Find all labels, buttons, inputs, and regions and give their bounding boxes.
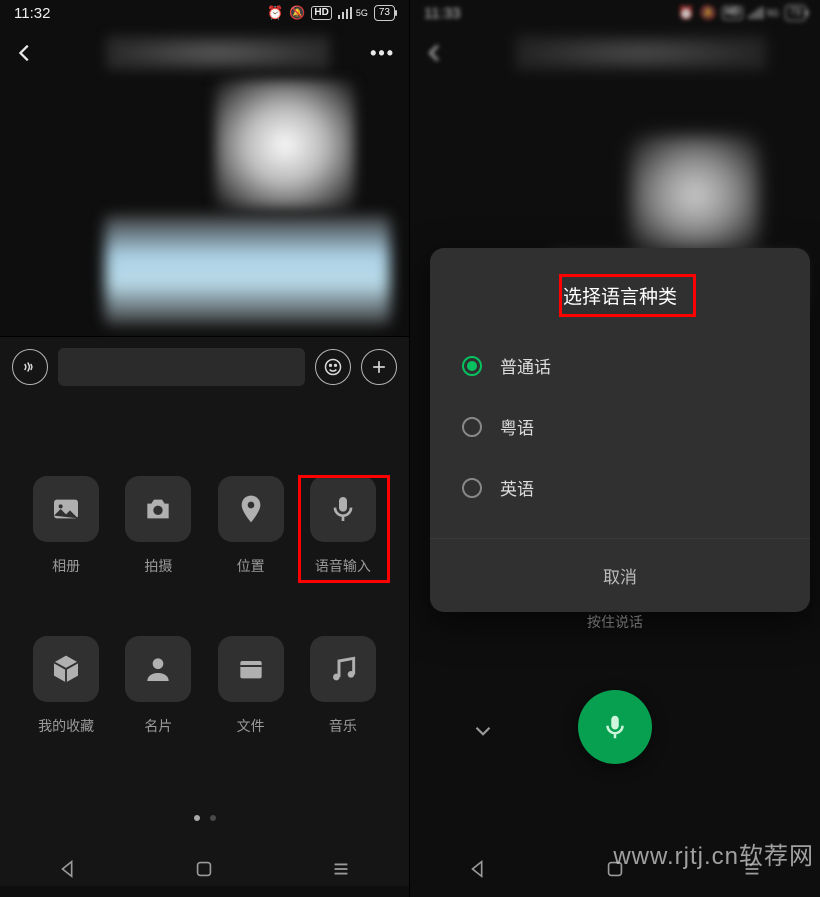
more-icon[interactable]: ••• [370, 43, 395, 64]
music-icon [327, 653, 359, 685]
signal-icon [338, 7, 354, 19]
nav-back-icon[interactable] [57, 858, 79, 880]
screen-language-dialog: 11:33 ⏰ 🔕 HD 5G 73 选择语言种类 普通话 [410, 0, 820, 897]
highlight-dialog-title [559, 274, 696, 317]
attach-label: 文件 [237, 716, 265, 736]
back-icon[interactable] [424, 42, 446, 64]
nav-recent-icon[interactable] [330, 858, 352, 880]
mic-icon [600, 712, 630, 742]
hd-icon: HD [311, 6, 331, 20]
status-time: 11:32 [14, 5, 50, 22]
attach-label: 位置 [237, 556, 265, 576]
network-5g: 5G [356, 9, 368, 18]
chevron-down-icon[interactable] [470, 718, 496, 744]
nav-home-icon[interactable] [193, 858, 215, 880]
voice-record-button[interactable] [578, 690, 652, 764]
attach-camera[interactable]: 拍摄 [112, 476, 204, 576]
radio-icon [462, 356, 482, 376]
language-label: 普通话 [500, 353, 551, 378]
message-input[interactable] [58, 348, 305, 386]
nav-back-icon[interactable] [467, 858, 489, 880]
language-dialog: 选择语言种类 普通话 粤语 英语 取消 [430, 248, 810, 612]
battery-indicator: 73 [374, 5, 395, 21]
language-option-cantonese[interactable]: 粤语 [454, 396, 786, 457]
album-icon [50, 493, 82, 525]
attach-label: 相册 [52, 556, 80, 576]
language-label: 粤语 [500, 414, 534, 439]
person-icon [142, 653, 174, 685]
chat-input-bar [0, 336, 409, 396]
cube-icon [50, 653, 82, 685]
plus-icon[interactable] [361, 349, 397, 385]
status-time: 11:33 [424, 5, 460, 22]
attach-location[interactable]: 位置 [205, 476, 297, 576]
attach-label: 我的收藏 [38, 716, 94, 736]
emoji-icon[interactable] [315, 349, 351, 385]
battery-indicator: 73 [785, 5, 806, 21]
back-icon[interactable] [14, 42, 36, 64]
camera-icon [142, 493, 174, 525]
attach-music[interactable]: 音乐 [297, 636, 389, 736]
chat-image-blurred [215, 80, 355, 210]
chat-bubble-blurred [105, 215, 390, 325]
status-icons: ⏰ 🔕 HD 5G 73 [267, 5, 395, 21]
language-label: 英语 [500, 475, 534, 500]
hold-to-talk-hint: 按住说话 [410, 612, 820, 632]
location-icon [235, 493, 267, 525]
attachment-grid: 相册 拍摄 位置 语音输入 我的收藏 名片 [0, 476, 409, 736]
attach-album[interactable]: 相册 [20, 476, 112, 576]
chat-messages-area [0, 80, 409, 336]
attach-label: 音乐 [329, 716, 357, 736]
attach-file[interactable]: 文件 [205, 636, 297, 736]
attach-voice-input[interactable]: 语音输入 [297, 476, 389, 576]
attach-favorites[interactable]: 我的收藏 [20, 636, 112, 736]
attach-contact[interactable]: 名片 [112, 636, 204, 736]
language-option-mandarin[interactable]: 普通话 [454, 335, 786, 396]
language-option-english[interactable]: 英语 [454, 457, 786, 518]
system-nav-bar [0, 849, 409, 889]
voice-toggle-icon[interactable] [12, 349, 48, 385]
hd-icon: HD [722, 6, 742, 20]
dialog-cancel-button[interactable]: 取消 [430, 538, 810, 612]
mic-icon [327, 493, 359, 525]
attachment-panel: 相册 拍摄 位置 语音输入 我的收藏 名片 [0, 396, 409, 886]
radio-icon [462, 478, 482, 498]
signal-icon [749, 7, 765, 19]
screen-chat-attachments: 11:32 ⏰ 🔕 HD 5G 73 ••• [0, 0, 410, 897]
dnd-icon: 🔕 [700, 5, 716, 21]
chat-title-blurred [106, 36, 330, 70]
dnd-icon: 🔕 [289, 5, 305, 21]
alarm-icon: ⏰ [678, 5, 694, 21]
chat-title-bar: ••• [0, 26, 409, 80]
folder-icon [235, 653, 267, 685]
alarm-icon: ⏰ [267, 5, 283, 21]
attach-label: 拍摄 [144, 556, 172, 576]
attach-label: 名片 [144, 716, 172, 736]
status-bar: 11:32 ⏰ 🔕 HD 5G 73 [0, 0, 409, 26]
network-5g: 5G [767, 9, 779, 18]
page-indicator [0, 815, 409, 821]
attach-label: 语音输入 [315, 556, 371, 576]
watermark-text: www.rjtj.cn软荐网 [613, 836, 814, 871]
radio-icon [462, 417, 482, 437]
